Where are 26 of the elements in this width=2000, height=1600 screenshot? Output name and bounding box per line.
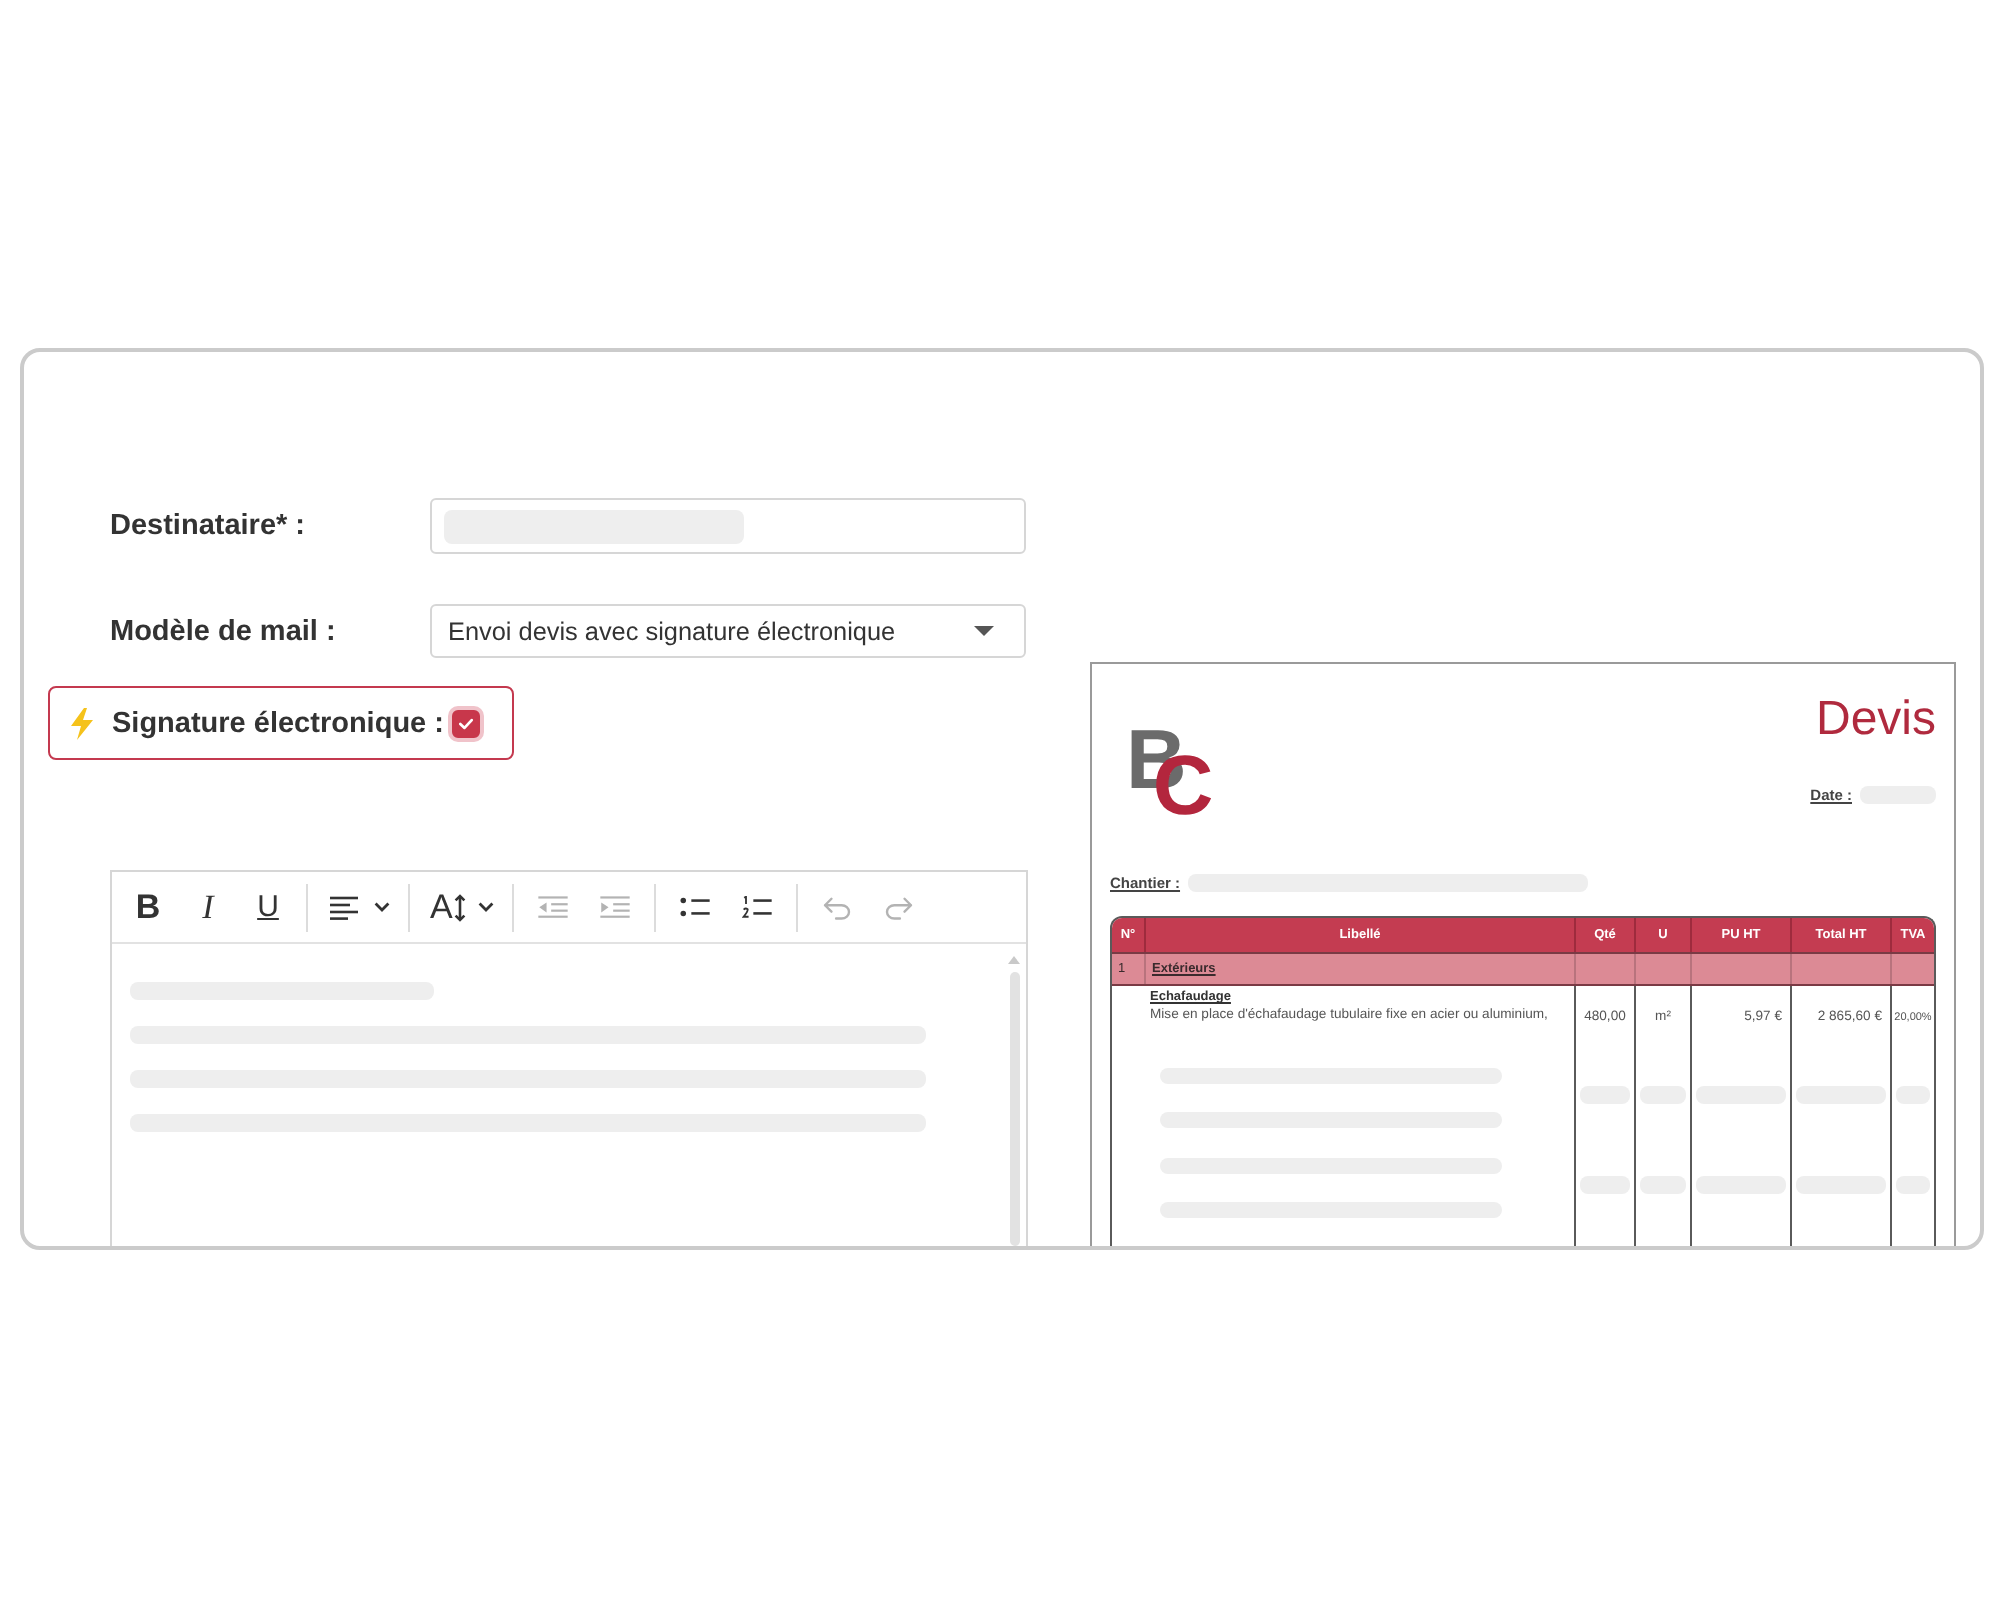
undo-icon [822,895,853,919]
underline-button[interactable]: U [238,879,298,935]
font-size-button[interactable]: A [418,879,505,935]
field-label: Destinataire* : [110,510,308,542]
vertical-arrows-icon [454,893,467,921]
numbered-list-icon [742,896,773,918]
field-label: Modèle de mail : [110,615,338,647]
text-input-field[interactable] [430,498,1026,554]
redo-icon [884,895,915,919]
chevron-down-icon [478,902,495,912]
outdent-icon [538,896,569,918]
italic-button[interactable]: I [178,879,238,935]
field-label: Signature électronique : [112,707,444,739]
dropdown-caret-icon [974,626,994,636]
scrollbar-thumb[interactable] [1009,972,1019,1246]
document-title: Devis [1815,696,1936,744]
checkbox[interactable] [451,709,480,737]
checkmark-icon [457,717,474,729]
scroll-up-icon[interactable] [1008,956,1020,964]
bold-button[interactable]: B [118,879,178,935]
dropdown-select[interactable]: Envoi devis avec signature électronique [430,604,1026,658]
chevron-down-icon [374,902,390,912]
bullet-list-icon [680,896,711,918]
align-left-icon [330,895,358,919]
indent-icon [600,896,631,918]
lightning-icon [70,707,94,739]
